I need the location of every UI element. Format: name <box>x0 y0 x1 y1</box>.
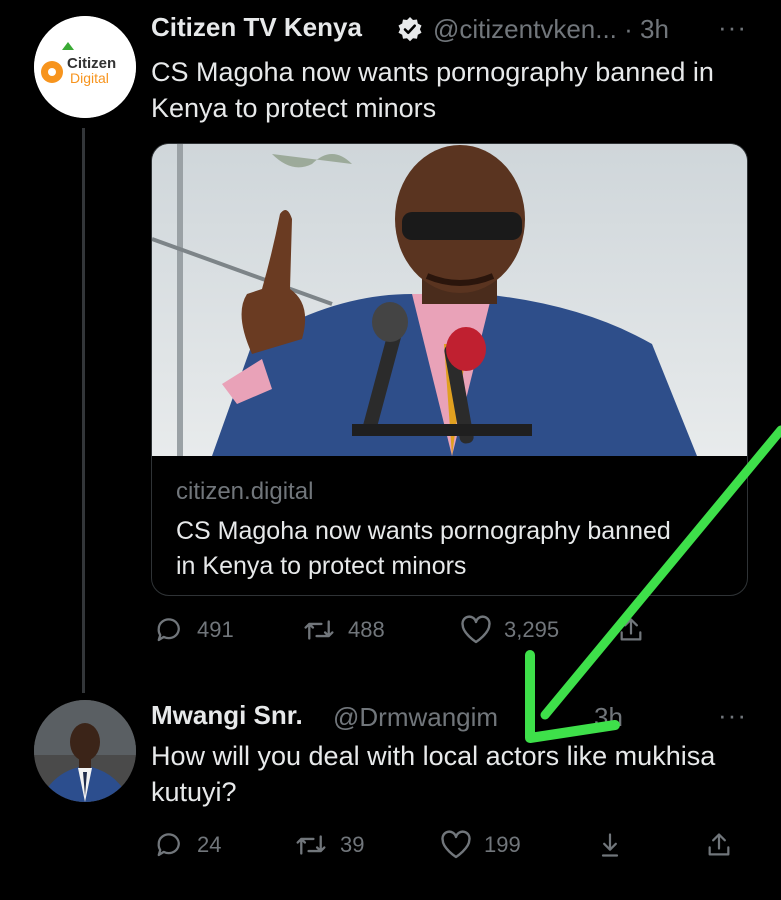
reply2-retweet-action[interactable]: 39 <box>294 830 364 860</box>
reply-author-name[interactable]: Mwangi Snr. <box>151 700 303 731</box>
like-count: 3,295 <box>504 617 560 642</box>
like-action[interactable]: 3,295 <box>460 615 559 645</box>
logo-text-digital: Digital <box>70 70 109 86</box>
reply-more-options-icon[interactable]: ··· <box>718 700 747 731</box>
download-arrow-icon <box>601 833 619 857</box>
reply2-share-action[interactable] <box>705 830 733 860</box>
heart-icon <box>461 615 491 644</box>
heart-icon <box>441 830 471 859</box>
reply-author-handle[interactable]: @Drmwangim <box>333 702 498 733</box>
reply-time[interactable]: 3h <box>594 702 623 733</box>
card-image <box>152 144 747 456</box>
reply2-like-action[interactable]: 199 <box>440 830 521 860</box>
reply2-bookmark-action[interactable] <box>596 830 624 860</box>
reply2-reply-action[interactable]: 24 <box>155 830 221 860</box>
citizen-digital-logo: Citizen Digital <box>34 16 136 118</box>
reply2-retweet-count: 39 <box>340 832 365 857</box>
reply2-like-count: 199 <box>484 832 521 857</box>
retweet-icon <box>304 620 334 640</box>
thread-line <box>82 128 85 693</box>
share-icon <box>620 618 642 641</box>
author-name[interactable]: Citizen TV Kenya <box>151 12 362 43</box>
verified-badge-icon <box>397 16 423 47</box>
reply-icon <box>157 833 180 857</box>
reply-count: 491 <box>197 617 234 642</box>
share-icon <box>708 833 730 856</box>
author-handle-time[interactable]: @citizentvken... · 3h <box>433 14 669 45</box>
card-domain: citizen.digital <box>176 478 314 505</box>
more-options-icon[interactable]: ··· <box>718 12 747 43</box>
retweet-action[interactable]: 488 <box>302 615 385 645</box>
retweet-icon <box>296 835 326 855</box>
reply-text: How will you deal with local actors like… <box>151 741 716 807</box>
link-card[interactable]: citizen.digital CS Magoha now wants porn… <box>151 143 748 596</box>
reply2-reply-count: 24 <box>197 832 222 857</box>
retweet-count: 488 <box>348 617 385 642</box>
reply-action[interactable]: 491 <box>155 615 234 645</box>
tweet-text: CS Magoha now wants pornography banned i… <box>151 57 714 123</box>
card-title: CS Magoha now wants pornography banned i… <box>176 517 671 580</box>
share-action[interactable] <box>617 615 645 645</box>
mwangi-avatar[interactable] <box>34 700 136 802</box>
reply-icon <box>157 618 180 642</box>
profile-photo <box>34 700 136 802</box>
citizen-avatar[interactable]: Citizen Digital <box>34 16 136 118</box>
